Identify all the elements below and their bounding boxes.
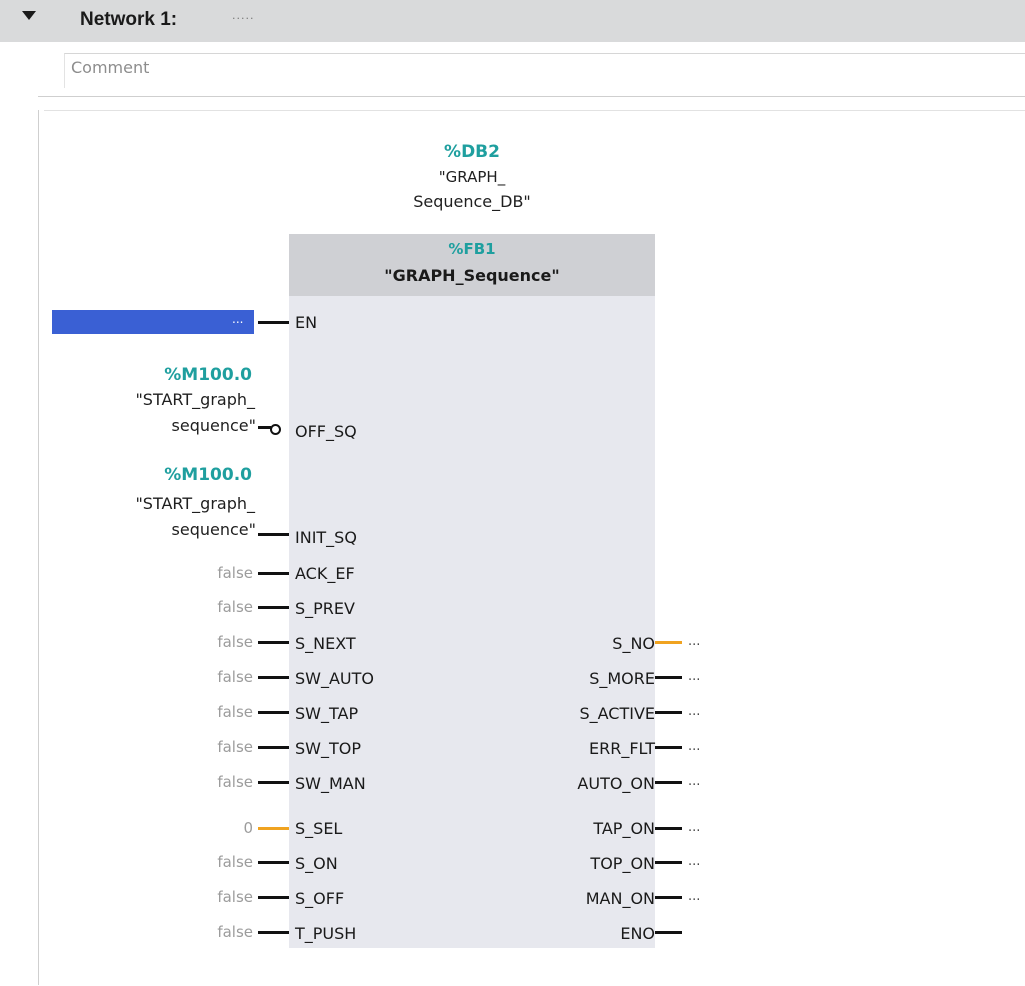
- tap-on-wire: [655, 827, 682, 830]
- tag-name-off-sq-line2[interactable]: sequence": [56, 415, 256, 437]
- instance-db-name-line1[interactable]: "GRAPH_: [372, 168, 572, 186]
- sw-auto-wire: [258, 676, 289, 679]
- s-more-wire: [655, 676, 682, 679]
- pin-s-prev: S_PREV: [295, 599, 355, 618]
- output-value-s-more[interactable]: ...: [688, 667, 700, 687]
- network-comment-field[interactable]: [64, 53, 1025, 88]
- negation-circle-icon: [270, 424, 281, 435]
- man-on-wire: [655, 896, 682, 899]
- eno-wire: [655, 931, 682, 934]
- pin-init-sq: INIT_SQ: [295, 528, 357, 547]
- function-block-box[interactable]: [289, 234, 655, 948]
- pin-off-sq: OFF_SQ: [295, 422, 357, 441]
- pin-s-on: S_ON: [295, 854, 338, 873]
- network-title[interactable]: Network 1:: [80, 8, 177, 32]
- input-value-s-prev[interactable]: false: [193, 597, 253, 617]
- pin-sw-top: SW_TOP: [295, 739, 361, 758]
- instance-db-address[interactable]: %DB2: [372, 142, 572, 162]
- ack-ef-wire: [258, 572, 289, 575]
- tag-name-init-sq-line2[interactable]: sequence": [56, 519, 256, 541]
- pin-auto-on: AUTO_ON: [577, 774, 655, 793]
- output-value-s-no[interactable]: ...: [688, 632, 700, 652]
- output-value-err-flt[interactable]: ...: [688, 737, 700, 757]
- s-prev-wire: [258, 606, 289, 609]
- pin-top-on: TOP_ON: [590, 854, 655, 873]
- s-off-wire: [258, 896, 289, 899]
- output-value-auto-on[interactable]: ...: [688, 772, 700, 792]
- collapse-arrow-icon[interactable]: [22, 11, 36, 20]
- network-area-top-border: [44, 110, 1025, 111]
- instance-db-name-line2[interactable]: Sequence_DB": [372, 192, 572, 211]
- sw-tap-wire: [258, 711, 289, 714]
- function-block-address: %FB1: [448, 240, 496, 258]
- en-input-operand[interactable]: [52, 310, 254, 334]
- input-value-s-next[interactable]: false: [193, 632, 253, 652]
- pin-en: EN: [295, 313, 318, 332]
- pin-s-off: S_OFF: [295, 889, 345, 908]
- input-value-sw-tap[interactable]: false: [193, 702, 253, 722]
- output-value-man-on[interactable]: ...: [688, 887, 700, 907]
- network-comment-placeholder: Comment: [71, 58, 150, 77]
- input-value-sw-man[interactable]: false: [193, 772, 253, 792]
- network-area-left-border: [38, 110, 39, 985]
- en-wire: [258, 321, 289, 324]
- function-block-name: "GRAPH_Sequence": [384, 266, 560, 285]
- init-sq-wire: [258, 533, 289, 536]
- s-next-wire: [258, 641, 289, 644]
- pin-sw-man: SW_MAN: [295, 774, 366, 793]
- pin-ack-ef: ACK_EF: [295, 564, 355, 583]
- output-value-s-active[interactable]: ...: [688, 702, 700, 722]
- pin-s-more: S_MORE: [589, 669, 655, 688]
- sw-man-wire: [258, 781, 289, 784]
- pin-tap-on: TAP_ON: [593, 819, 655, 838]
- pin-s-no: S_NO: [612, 634, 655, 653]
- tag-address-init-sq[interactable]: %M100.0: [52, 464, 252, 486]
- s-no-wire: [655, 641, 682, 644]
- output-value-tap-on[interactable]: ...: [688, 818, 700, 838]
- input-value-s-sel[interactable]: 0: [193, 818, 253, 838]
- network-title-placeholder[interactable]: .....: [232, 9, 254, 22]
- en-input-value: ...: [232, 312, 244, 326]
- input-value-ack-ef[interactable]: false: [193, 563, 253, 583]
- t-push-wire: [258, 931, 289, 934]
- pin-s-sel: S_SEL: [295, 819, 343, 838]
- pin-err-flt: ERR_FLT: [588, 739, 655, 758]
- pin-s-next: S_NEXT: [295, 634, 356, 653]
- pin-t-push: T_PUSH: [295, 924, 357, 943]
- s-active-wire: [655, 711, 682, 714]
- s-sel-wire: [258, 827, 289, 830]
- err-flt-wire: [655, 746, 682, 749]
- input-value-s-off[interactable]: false: [193, 887, 253, 907]
- input-value-s-on[interactable]: false: [193, 852, 253, 872]
- top-on-wire: [655, 861, 682, 864]
- pin-sw-auto: SW_AUTO: [295, 669, 374, 688]
- pin-eno: ENO: [620, 924, 655, 943]
- tag-name-off-sq-line1[interactable]: "START_graph_: [55, 389, 255, 411]
- output-value-top-on[interactable]: ...: [688, 852, 700, 872]
- tag-name-init-sq-line1[interactable]: "START_graph_: [55, 493, 255, 515]
- input-value-sw-auto[interactable]: false: [193, 667, 253, 687]
- input-value-sw-top[interactable]: false: [193, 737, 253, 757]
- pin-man-on: MAN_ON: [585, 889, 655, 908]
- auto-on-wire: [655, 781, 682, 784]
- input-value-t-push[interactable]: false: [193, 922, 253, 942]
- tag-address-off-sq[interactable]: %M100.0: [52, 364, 252, 386]
- sw-top-wire: [258, 746, 289, 749]
- s-on-wire: [258, 861, 289, 864]
- pin-s-active: S_ACTIVE: [579, 704, 655, 723]
- pin-sw-tap: SW_TAP: [295, 704, 359, 723]
